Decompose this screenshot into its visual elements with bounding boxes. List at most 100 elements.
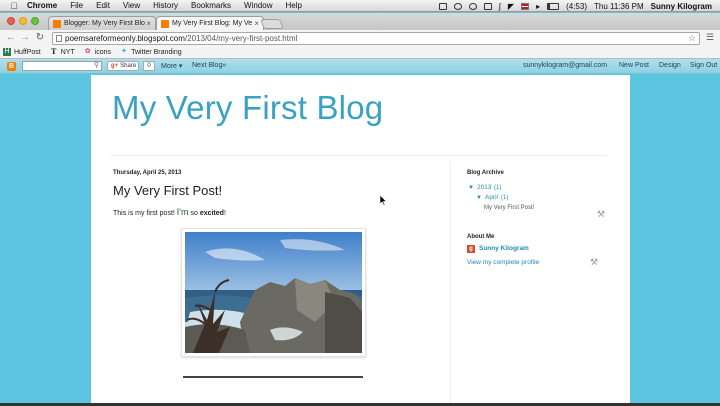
blog-title[interactable]: My Very First Blog: [112, 89, 383, 127]
apple-icon[interactable]: : [9, 1, 19, 11]
menu-file[interactable]: File: [70, 1, 83, 10]
post-text: This is my first post!: [113, 210, 177, 217]
archive-year-count: (1): [494, 185, 502, 191]
minimize-window-button[interactable]: [19, 17, 27, 25]
sync-icon[interactable]: [453, 2, 462, 10]
reload-icon[interactable]: ↻: [34, 32, 46, 44]
menu-window[interactable]: Window: [244, 1, 272, 10]
post-text-bold: excited: [199, 210, 224, 217]
expand-month-icon[interactable]: ▼: [476, 195, 482, 201]
coastline-photo: [185, 232, 362, 353]
post-text: so: [188, 210, 200, 217]
archive-month-link[interactable]: April: [485, 194, 498, 201]
archive-year-link[interactable]: 2013: [477, 184, 491, 191]
bookmark-label: Twitter Branding: [131, 48, 182, 56]
header-divider: [111, 155, 607, 156]
close-window-button[interactable]: [7, 17, 15, 25]
about-me-heading: About Me: [467, 234, 495, 240]
wifi-icon[interactable]: ◤: [508, 2, 514, 11]
bookmark-icons[interactable]: ✿ icons: [84, 48, 111, 56]
share-count: 0: [143, 61, 155, 71]
search-icon[interactable]: ⚲: [94, 61, 99, 69]
twitter-icon: ✦: [121, 48, 127, 55]
edit-gadget-wrench-icon[interactable]: ⚒: [597, 209, 607, 219]
more-menu[interactable]: More ▾: [161, 62, 182, 70]
post-body: This is my first post! I'm so excited!: [113, 207, 226, 217]
google-plus-icon: g+: [111, 63, 119, 69]
time-machine-icon[interactable]: [468, 2, 477, 10]
archive-month-count: (1): [501, 195, 509, 201]
edit-gadget-wrench-icon[interactable]: ⚒: [590, 257, 600, 267]
post-photo[interactable]: [181, 228, 366, 357]
menu-edit[interactable]: Edit: [96, 1, 110, 10]
mac-menu-bar:  Chrome File Edit View History Bookmark…: [0, 0, 720, 12]
menu-view[interactable]: View: [123, 1, 140, 10]
close-tab-icon[interactable]: ×: [254, 19, 259, 28]
tab-strip: Blogger: My Very First Blo × My Very Fir…: [0, 13, 720, 30]
post-text: !: [223, 210, 226, 217]
post-footer-divider: [183, 376, 363, 378]
menu-help[interactable]: Help: [285, 1, 301, 10]
view-profile-link[interactable]: View my complete profile: [467, 259, 539, 266]
blogger-favicon-icon: [161, 19, 169, 28]
archive-post-link[interactable]: My Very First Post!: [484, 205, 534, 211]
menu-bookmarks[interactable]: Bookmarks: [191, 1, 231, 10]
address-bar[interactable]: poemsareformeonly.blogspot.com/2013/04/m…: [52, 32, 700, 45]
menu-chrome[interactable]: Chrome: [27, 1, 57, 10]
expand-year-icon[interactable]: ▼: [468, 185, 474, 191]
flower-icon: ✿: [84, 48, 91, 55]
tab-title: My Very First Blog: My Ve: [172, 20, 253, 27]
new-tab-button[interactable]: [260, 19, 284, 29]
huffpost-icon: H: [3, 48, 11, 56]
user-name[interactable]: Sunny Kilogram: [651, 2, 712, 11]
bluetooth-icon[interactable]: ∫: [499, 2, 501, 11]
sidebar-divider: [450, 161, 451, 406]
menu-history[interactable]: History: [153, 1, 178, 10]
back-arrow-icon[interactable]: ←: [5, 32, 17, 44]
clock[interactable]: Thu 11:36 PM: [594, 2, 644, 11]
blog-search-input[interactable]: ⚲: [22, 61, 102, 71]
post-text-large: I'm: [176, 207, 189, 217]
post-date: Thursday, April 25, 2013: [113, 170, 182, 176]
zoom-window-button[interactable]: [31, 17, 39, 25]
sign-out-link[interactable]: Sign Out: [690, 62, 717, 69]
browser-toolbar: ← → ↻ poemsareformeonly.blogspot.com/201…: [0, 30, 720, 46]
page-icon: [56, 35, 62, 42]
blogger-navbar: B ⚲ g+ Share 0 More ▾ Next Blog» sunnykil…: [0, 59, 720, 74]
us-flag-icon[interactable]: [521, 2, 530, 10]
nyt-icon: T: [51, 47, 57, 56]
bookmark-twitter-branding[interactable]: ✦ Twitter Branding: [120, 48, 182, 56]
post-title[interactable]: My Very First Post!: [113, 183, 222, 198]
battery-time: (4:53): [566, 1, 587, 11]
bookmark-label: HuffPost: [14, 48, 41, 56]
bookmark-nyt[interactable]: T NYT: [50, 48, 75, 56]
share-label: Share: [120, 63, 137, 69]
bookmark-label: NYT: [60, 48, 75, 56]
url-path: /2013/04/my-very-first-post.html: [184, 34, 298, 43]
window-controls: [7, 17, 39, 25]
status-area: ∫ ◤ ▸ (4:53) Thu 11:36 PM Sunny Kilogram: [438, 0, 712, 12]
display-icon[interactable]: [483, 2, 492, 10]
account-email[interactable]: sunnykilogram@gmail.com: [523, 62, 607, 69]
volume-icon[interactable]: ▸: [536, 2, 540, 11]
battery-icon[interactable]: [547, 2, 560, 10]
blog-archive-heading: Blog Archive: [467, 170, 504, 176]
tab-blogger[interactable]: Blogger: My Very First Blo ×: [48, 16, 156, 30]
bookmark-huffpost[interactable]: H HuffPost: [3, 48, 41, 56]
bookmark-star-icon[interactable]: ☆: [688, 33, 696, 44]
new-post-link[interactable]: New Post: [619, 62, 649, 69]
author-name-link[interactable]: Sunny Kilogram: [479, 245, 529, 252]
close-tab-icon[interactable]: ×: [146, 19, 151, 28]
bookmarks-bar: H HuffPost T NYT ✿ icons ✦ Twitter Brand…: [0, 46, 720, 59]
chrome-menu-icon[interactable]: ☰: [706, 32, 715, 42]
next-blog-link[interactable]: Next Blog»: [192, 62, 226, 69]
blogger-logo-icon[interactable]: B: [7, 62, 16, 71]
google-plus-share-button[interactable]: g+ Share: [107, 61, 139, 71]
tab-my-very-first-blog[interactable]: My Very First Blog: My Ve ×: [156, 16, 264, 30]
forward-arrow-icon[interactable]: →: [19, 32, 31, 44]
design-link[interactable]: Design: [659, 62, 681, 69]
google-plus-profile-icon: g: [467, 245, 475, 253]
blogger-favicon-icon: [53, 19, 61, 28]
tab-title: Blogger: My Very First Blo: [64, 20, 145, 27]
dropbox-icon[interactable]: [438, 2, 447, 10]
